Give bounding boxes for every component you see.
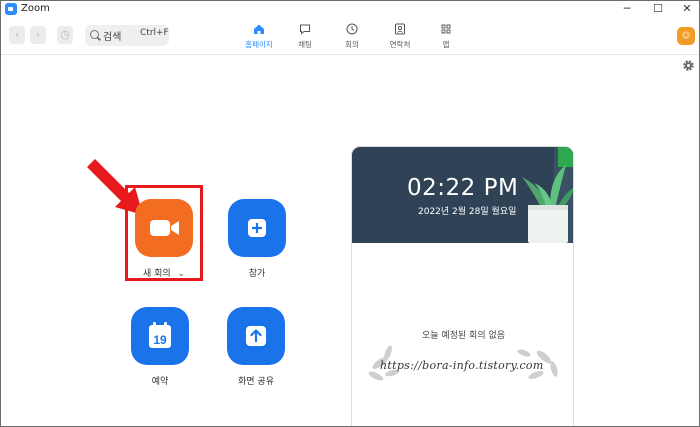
title-bar: Zoom ─ ☐ ✕ bbox=[1, 1, 699, 17]
new-meeting-action[interactable]: 새 회의 ⌄ bbox=[135, 199, 193, 279]
tab-apps-label: 앱 bbox=[442, 40, 450, 49]
home-icon bbox=[254, 24, 264, 34]
search-input[interactable]: 검색 Ctrl+F bbox=[85, 25, 169, 46]
share-screen-action[interactable]: 화면 공유 bbox=[227, 307, 285, 387]
tab-contacts-label: 연락처 bbox=[389, 40, 411, 49]
join-label: 참가 bbox=[248, 269, 266, 279]
plus-icon bbox=[248, 219, 266, 237]
clock-icon bbox=[346, 23, 358, 35]
tab-home-label: 홈페이지 bbox=[245, 40, 273, 49]
schedule-label: 예약 bbox=[151, 377, 169, 387]
zoom-logo-icon bbox=[5, 3, 17, 15]
join-action[interactable]: 참가 bbox=[228, 199, 286, 279]
current-date: 2022년 2월 28일 월요일 bbox=[418, 207, 517, 217]
upload-arrow-icon bbox=[246, 326, 266, 346]
close-button[interactable]: ✕ bbox=[673, 1, 699, 17]
share-screen-label: 화면 공유 bbox=[238, 377, 274, 387]
schedule-button[interactable]: 19 bbox=[131, 307, 189, 365]
search-label: 검색 bbox=[103, 32, 122, 43]
forward-button[interactable]: › bbox=[30, 26, 46, 44]
video-camera-icon bbox=[150, 220, 179, 236]
plant-illustration-icon bbox=[522, 147, 573, 243]
current-time: 02:22 PM bbox=[407, 175, 519, 201]
new-meeting-button[interactable] bbox=[135, 199, 193, 257]
tab-meetings-label: 회의 bbox=[345, 40, 359, 49]
tab-chat-label: 채팅 bbox=[298, 40, 312, 49]
share-screen-button[interactable] bbox=[227, 307, 285, 365]
chat-icon bbox=[300, 24, 310, 35]
avatar[interactable]: ☺ bbox=[677, 27, 695, 45]
tab-contacts[interactable]: 연락처 bbox=[375, 23, 425, 53]
tab-meetings[interactable]: 회의 bbox=[327, 23, 377, 53]
minimize-button[interactable]: ─ bbox=[613, 1, 641, 17]
no-meetings-message: 오늘 예정된 회의 없음 bbox=[421, 331, 506, 341]
gear-icon[interactable] bbox=[682, 59, 695, 72]
maximize-button[interactable]: ☐ bbox=[644, 1, 672, 17]
top-toolbar: ‹ › ◷ 검색 Ctrl+F 홈페이지 채팅 회의 연락처 앱 ☺ bbox=[1, 18, 699, 55]
chevron-down-icon[interactable]: ⌄ bbox=[178, 269, 186, 279]
window-title: Zoom bbox=[21, 3, 50, 14]
new-meeting-label: 새 회의 bbox=[142, 269, 171, 279]
calendar-day: 19 bbox=[153, 333, 167, 347]
join-button[interactable] bbox=[228, 199, 286, 257]
history-button[interactable]: ◷ bbox=[57, 26, 73, 44]
upcoming-meetings-card: 02:22 PM 2022년 2월 28일 월요일 오늘 예정된 회의 없음 h… bbox=[351, 146, 574, 426]
tab-chat[interactable]: 채팅 bbox=[280, 23, 330, 53]
schedule-action[interactable]: 19 예약 bbox=[131, 307, 189, 387]
card-header: 02:22 PM 2022년 2월 28일 월요일 bbox=[352, 147, 573, 243]
tab-home[interactable]: 홈페이지 bbox=[234, 23, 284, 53]
search-icon bbox=[90, 30, 99, 39]
search-shortcut: Ctrl+F bbox=[140, 28, 169, 38]
contacts-icon bbox=[395, 23, 405, 35]
watermark-url: https://bora-info.tistory.com bbox=[380, 359, 544, 372]
apps-icon bbox=[441, 24, 451, 34]
back-button[interactable]: ‹ bbox=[9, 26, 25, 44]
zoom-window: Zoom ─ ☐ ✕ ‹ › ◷ 검색 Ctrl+F 홈페이지 채팅 회의 연락… bbox=[0, 0, 700, 427]
tab-apps[interactable]: 앱 bbox=[421, 23, 471, 53]
calendar-icon: 19 bbox=[149, 322, 171, 348]
